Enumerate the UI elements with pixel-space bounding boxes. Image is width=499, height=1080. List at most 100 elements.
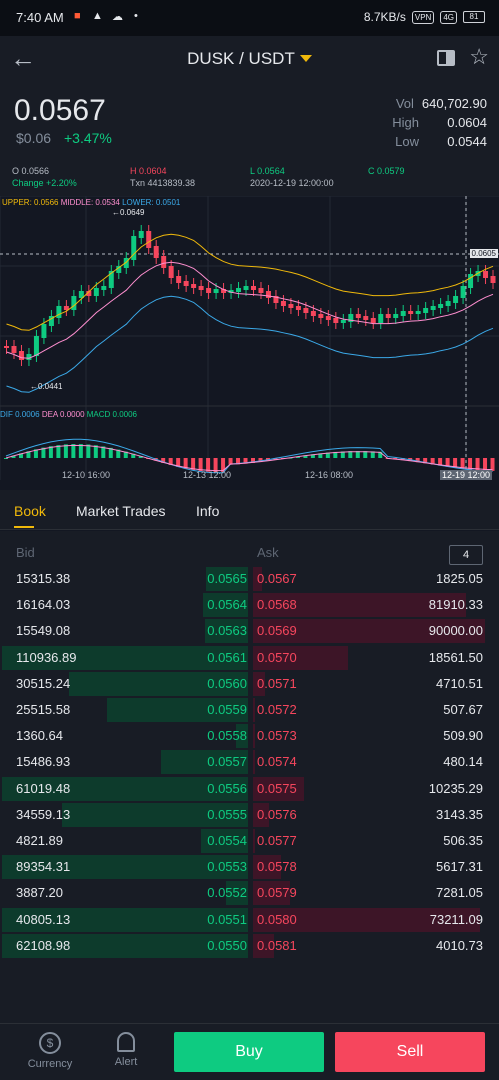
- candle-body: [378, 314, 384, 323]
- candle-body: [280, 301, 286, 306]
- bid-quantity: 15549.08: [16, 623, 71, 639]
- min-price-marker: ←0.0441: [30, 382, 63, 391]
- depth-selector[interactable]: 4: [449, 545, 483, 565]
- alert-nav[interactable]: Alert: [96, 1032, 156, 1068]
- candle-body: [460, 286, 466, 298]
- candle-body: [363, 316, 369, 320]
- status-bar: 7:40 AM ■ ▲ ☁ • 8.7KB/s VPN 4G 81: [0, 0, 499, 36]
- layout-icon[interactable]: [437, 50, 455, 66]
- order-book-row[interactable]: 89354.31 0.0553 0.0578 5617.31: [0, 855, 499, 880]
- macd-bar: [78, 444, 83, 458]
- boll-middle: MIDDLE: 0.0534: [60, 198, 120, 207]
- order-book-row[interactable]: 61019.48 0.0556 0.0575 10235.29: [0, 776, 499, 801]
- ohlc-date: 2020-12-19 12:00:00: [250, 178, 334, 188]
- candle-body: [325, 316, 331, 320]
- low-value: 0.0544: [447, 134, 487, 149]
- max-price-value: 0.0649: [120, 208, 145, 217]
- tab-info[interactable]: Info: [196, 503, 219, 519]
- boll-upper: UPPER: 0.0566: [2, 198, 59, 207]
- change-percent: +3.47%: [64, 130, 112, 146]
- candle-body: [4, 346, 9, 348]
- order-book-row[interactable]: 15549.08 0.0563 0.0569 90000.00: [0, 619, 499, 644]
- bid-price: 0.0564: [207, 597, 247, 613]
- ask-depth-bar: [253, 698, 255, 722]
- candle-body: [161, 256, 167, 268]
- bid-price: 0.0563: [207, 623, 247, 639]
- buy-button[interactable]: Buy: [174, 1032, 324, 1072]
- candle-body: [206, 288, 212, 293]
- ask-quantity: 7281.05: [436, 885, 483, 901]
- order-book-row[interactable]: 15486.93 0.0557 0.0574 480.14: [0, 750, 499, 775]
- star-icon[interactable]: ☆: [469, 44, 489, 70]
- macd-bar: [4, 458, 8, 459]
- macd-bar: [71, 444, 76, 458]
- candle-body: [93, 288, 99, 296]
- max-price-marker: ←0.0649: [112, 208, 145, 217]
- candle-body: [288, 304, 294, 308]
- candle-body: [423, 308, 429, 313]
- order-book-row[interactable]: 40805.13 0.0551 0.0580 73211.09: [0, 907, 499, 932]
- network-speed: 8.7KB/s: [363, 10, 406, 24]
- ohlc-low: L 0.0564: [250, 166, 285, 176]
- bid-price: 0.0558: [207, 728, 247, 744]
- currency-nav[interactable]: $ Currency: [20, 1032, 80, 1070]
- ask-quantity: 3143.35: [436, 806, 483, 822]
- bid-quantity: 34559.13: [16, 806, 71, 822]
- bid-header: Bid: [16, 545, 35, 560]
- vol-value: 640,702.90: [421, 96, 487, 111]
- order-book-row[interactable]: 110936.89 0.0561 0.0570 18561.50: [0, 645, 499, 670]
- tab-book[interactable]: Book: [14, 503, 46, 519]
- currency-label: Currency: [27, 1058, 73, 1070]
- order-book-row[interactable]: 16164.03 0.0564 0.0568 81910.33: [0, 593, 499, 618]
- candle-body: [408, 311, 414, 314]
- order-book-row[interactable]: 62108.98 0.0550 0.0581 4010.73: [0, 933, 499, 958]
- order-book-row[interactable]: 30515.24 0.0560 0.0571 4710.51: [0, 671, 499, 696]
- order-book-row[interactable]: 1360.64 0.0558 0.0573 509.90: [0, 724, 499, 749]
- candle-body: [11, 346, 17, 353]
- candle-body: [71, 296, 77, 310]
- ask-quantity: 18561.50: [428, 649, 483, 665]
- order-book-row[interactable]: 4821.89 0.0554 0.0577 506.35: [0, 829, 499, 853]
- macd-bar: [63, 444, 68, 458]
- ohlc-open: O 0.0566: [12, 166, 50, 176]
- bid-quantity: 15315.38: [16, 571, 71, 586]
- ask-price: 0.0580: [257, 911, 297, 927]
- ask-quantity: 1825.05: [436, 571, 483, 586]
- candlestick-chart[interactable]: UPPER: 0.0566 MIDDLE: 0.0534 LOWER: 0.05…: [0, 196, 499, 480]
- status-time: 7:40 AM: [16, 10, 64, 25]
- boll-lower-line: [6, 295, 494, 393]
- ask-price: 0.0572: [257, 702, 297, 717]
- bid-price: 0.0550: [207, 937, 247, 953]
- order-book-row[interactable]: 3887.20 0.0552 0.0579 7281.05: [0, 881, 499, 906]
- chart-date-label: 12-13 12:00: [183, 470, 232, 480]
- tab-market-trades[interactable]: Market Trades: [76, 503, 165, 519]
- high-label: High: [392, 115, 419, 130]
- low-label: Low: [395, 134, 419, 149]
- app-header: ← DUSK / USDT ☆: [0, 36, 499, 82]
- ask-price: 0.0569: [257, 623, 297, 639]
- alert-label: Alert: [114, 1056, 138, 1068]
- ask-price: 0.0571: [257, 675, 297, 691]
- ask-price: 0.0576: [257, 806, 297, 822]
- candle-body: [56, 306, 62, 318]
- candle-body: [258, 288, 264, 293]
- order-book-row[interactable]: 25515.58 0.0559 0.0572 507.67: [0, 698, 499, 722]
- candle-body: [41, 324, 47, 338]
- order-book-row[interactable]: 34559.13 0.0555 0.0576 3143.35: [0, 802, 499, 827]
- order-book-row[interactable]: 15315.38 0.0565 0.0567 1825.05: [0, 567, 499, 591]
- cloud-icon: ☁: [112, 11, 123, 23]
- ask-price: 0.0568: [257, 597, 297, 613]
- boll-lower: LOWER: 0.0501: [122, 198, 181, 207]
- bid-quantity: 40805.13: [16, 911, 71, 927]
- sell-button[interactable]: Sell: [335, 1032, 485, 1072]
- min-price-value: 0.0441: [38, 382, 63, 391]
- candle-body: [453, 296, 459, 303]
- bid-quantity: 110936.89: [16, 649, 77, 665]
- bid-quantity: 89354.31: [16, 859, 71, 875]
- pair-selector[interactable]: DUSK / USDT: [0, 49, 499, 69]
- candle-body: [490, 276, 496, 283]
- ohlc-info: O 0.0566 H 0.0604 L 0.0564 C 0.0579 Chan…: [0, 162, 499, 196]
- bid-price: 0.0565: [207, 571, 247, 586]
- bid-price: 0.0560: [207, 675, 247, 691]
- bid-quantity: 1360.64: [16, 728, 63, 744]
